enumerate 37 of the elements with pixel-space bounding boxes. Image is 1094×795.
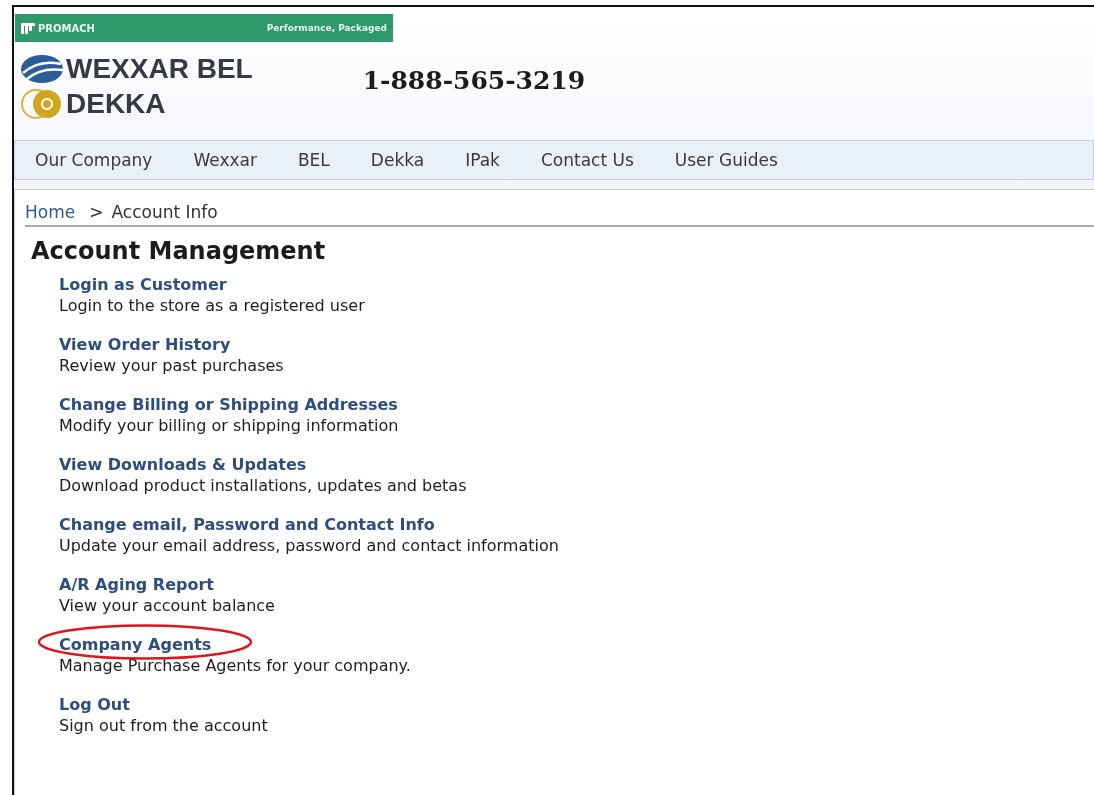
account-link[interactable]: Change email, Password and Contact Info (59, 515, 1094, 534)
link-description: Modify your billing or shipping information (59, 416, 400, 435)
breadcrumb-current: Account Info (111, 202, 218, 222)
account-link[interactable]: View Downloads & Updates (59, 455, 1094, 474)
brand-name: PROMACH (38, 22, 95, 34)
link-description: View your account balance (59, 596, 276, 615)
account-link[interactable]: Log Out (59, 695, 1094, 714)
stripes-icon (21, 55, 63, 83)
phone-number: 1-888-565-3219 (362, 66, 586, 95)
link-description: Update your email address, password and contact information (59, 536, 560, 555)
account-link[interactable]: A/R Aging Report (59, 575, 1094, 594)
logo-text: WEXXAR BEL (66, 54, 253, 84)
breadcrumb-separator: > (89, 202, 104, 222)
account-link[interactable]: Company Agents (59, 635, 1094, 654)
nav-link[interactable]: Dekka (370, 150, 425, 170)
link-description: Download product installations, updates and betas (59, 476, 468, 495)
account-link[interactable]: Change Billing or Shipping Addresses (59, 395, 1094, 414)
nav-link[interactable]: Contact Us (540, 150, 634, 170)
account-link[interactable]: Login as Customer (59, 275, 1094, 294)
page-heading: Account Management (31, 237, 327, 265)
link-description: Sign out from the account (59, 716, 269, 735)
brand-tagline: Performance, Packaged (266, 23, 387, 33)
disc-icon (21, 89, 63, 119)
breadcrumb-link[interactable]: Home (25, 202, 76, 222)
logo-text: DEKKA (66, 89, 166, 119)
company-logo[interactable]: DEKKA (21, 89, 253, 119)
nav-link[interactable]: IPak (465, 150, 500, 170)
account-link[interactable]: View Order History (59, 335, 1094, 354)
nav-link[interactable]: Wexxar (193, 150, 257, 170)
link-description: Manage Purchase Agents for your company. (59, 656, 412, 675)
nav-link[interactable]: Our Company (35, 150, 153, 170)
link-description: Review your past purchases (59, 356, 285, 375)
company-logo[interactable]: WEXXAR BEL (21, 54, 253, 84)
bars-icon (21, 22, 35, 34)
link-description: Login to the store as a registered user (59, 296, 366, 315)
nav-link[interactable]: BEL (297, 150, 330, 170)
nav-link[interactable]: User Guides (674, 150, 778, 170)
